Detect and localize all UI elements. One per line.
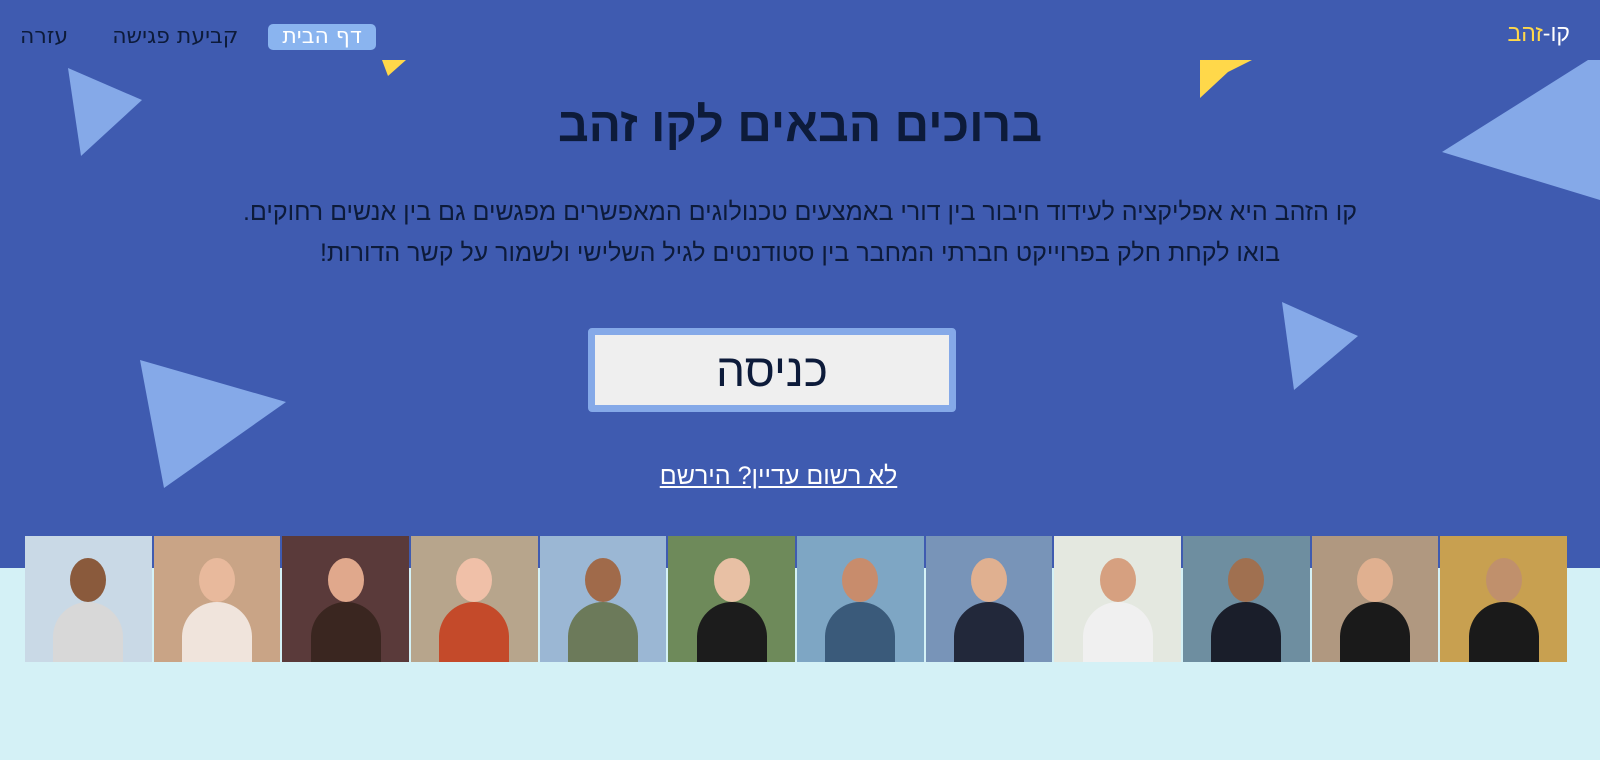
photo-person-head <box>327 558 364 602</box>
nav-item-home[interactable]: דף הבית <box>268 24 376 50</box>
photo-person-head <box>1485 558 1522 602</box>
photo-person-body <box>310 602 381 662</box>
description-line: בואו לקחת חלק בפרוייקט חברתי המחבר בין ס… <box>319 239 1281 267</box>
decorative-triangle <box>382 60 406 76</box>
photo-person-body <box>696 602 767 662</box>
photo-person-body <box>1082 602 1153 662</box>
description-line: קו הזהב היא אפליקציה לעידוד חיבור בין דו… <box>242 198 1358 226</box>
photo-person-body <box>182 602 252 662</box>
profile-photo <box>153 536 281 662</box>
decorative-triangle <box>1200 60 1252 98</box>
profile-photo <box>539 536 667 662</box>
photo-person-body <box>53 602 124 662</box>
photo-person-head <box>585 558 622 602</box>
hero-description: קו הזהב היא אפליקציה לעידוד חיבור בין דו… <box>150 192 1450 274</box>
photo-person-head <box>1357 558 1394 602</box>
photo-person-head <box>842 558 879 602</box>
photo-person-head <box>199 558 235 602</box>
nav-item-help[interactable]: עזרה <box>20 24 82 50</box>
profile-photo <box>668 536 796 662</box>
top-nav: עזרה קביעת פגישה דף הבית <box>20 22 376 52</box>
photo-person-head <box>70 558 107 602</box>
photo-person-head <box>1228 558 1265 602</box>
brand-logo[interactable]: קו-זהב <box>1507 20 1570 47</box>
photo-person-body <box>1211 602 1282 662</box>
photo-person-head <box>971 558 1008 602</box>
register-link[interactable]: לא רשום עדיין? הירשם <box>0 462 1557 491</box>
hero-section: עזרה קביעת פגישה דף הבית קו-זהב ברוכים ה… <box>0 0 1600 568</box>
photo-person-body <box>1340 602 1411 662</box>
profile-photo <box>1311 536 1439 662</box>
profile-photo <box>797 536 924 662</box>
photo-person-head <box>713 558 750 602</box>
profile-photo <box>411 536 538 662</box>
photo-person-body <box>568 602 639 662</box>
page-title: ברוכים הבאים לקו זהב <box>557 99 1043 152</box>
photo-person-body <box>825 602 896 662</box>
decorative-triangle <box>1282 302 1358 390</box>
profile-photo <box>282 536 410 662</box>
profile-photo <box>1440 536 1568 662</box>
nav-item-schedule-meeting[interactable]: קביעת פגישה <box>98 24 252 50</box>
enter-button[interactable]: כניסה <box>588 328 956 412</box>
photo-person-body <box>954 602 1025 662</box>
photo-person-head <box>456 558 493 602</box>
profile-photo <box>1054 536 1182 662</box>
profile-photo <box>925 536 1053 662</box>
photo-strip <box>25 536 1568 662</box>
brand-logo-part1: קו- <box>1542 20 1570 46</box>
profile-photo <box>1183 536 1310 662</box>
brand-logo-part2: זהב <box>1507 20 1543 46</box>
photo-person-body <box>1468 602 1539 662</box>
photo-person-body <box>439 602 510 662</box>
photo-person-head <box>1099 558 1136 602</box>
profile-photo <box>25 536 152 662</box>
